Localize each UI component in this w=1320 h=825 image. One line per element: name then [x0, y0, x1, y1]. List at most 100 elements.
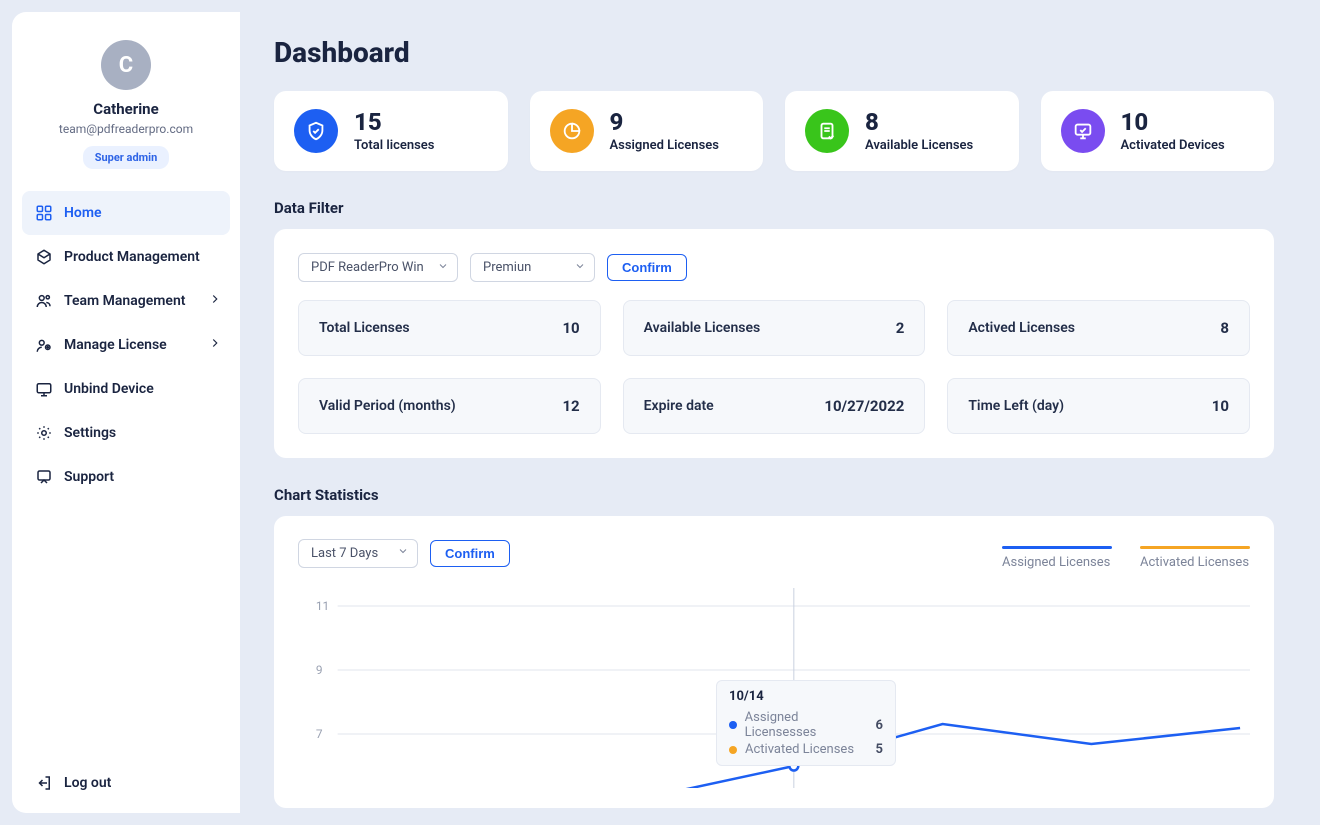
shield-icon [294, 109, 338, 153]
stat-label: Total Licenses [319, 320, 410, 336]
stat-value: 8 [1220, 319, 1229, 337]
chart-panel: Last 7 Days Confirm Assigned Licenses Ac… [274, 516, 1274, 808]
chart-legend: Assigned Licenses Activated Licenses [1002, 536, 1250, 570]
legend-activated[interactable]: Activated Licenses [1140, 536, 1250, 570]
card-label: Assigned Licenses [610, 138, 719, 153]
legend-color [1002, 546, 1112, 549]
stat-value: 10 [1212, 397, 1229, 415]
tooltip-label: Assigned Licensesses [745, 710, 868, 740]
product-select[interactable]: PDF ReaderPro Win [298, 253, 458, 282]
legend-label: Assigned Licenses [1002, 555, 1110, 570]
tooltip-value: 6 [876, 718, 883, 733]
stat-valid-period: Valid Period (months) 12 [298, 378, 601, 434]
page-title: Dashboard [274, 36, 1274, 69]
logout-label: Log out [64, 775, 111, 791]
chevron-down-icon [574, 260, 586, 276]
select-value: Last 7 Days [311, 546, 378, 561]
card-total-licenses: 15 Total licenses [274, 91, 508, 171]
card-label: Available Licenses [865, 138, 973, 153]
stat-label: Available Licenses [644, 320, 761, 336]
stat-label: Actived Licenses [968, 320, 1075, 336]
sidebar-item-support[interactable]: Support [22, 455, 230, 499]
chart-area: 11 9 7 10/14 Assigned Licen [298, 588, 1250, 788]
chart-statistics-title: Chart Statistics [274, 486, 1274, 504]
tooltip-value: 5 [876, 742, 883, 757]
gear-icon [34, 423, 54, 443]
select-value: PDF ReaderPro Win [311, 260, 424, 275]
card-label: Activated Devices [1121, 138, 1225, 153]
sidebar-item-product-management[interactable]: Product Management [22, 235, 230, 279]
chart-tooltip: 10/14 Assigned Licensesses 6 Activated L… [716, 680, 896, 766]
logout-icon [34, 773, 54, 793]
license-icon [34, 335, 54, 355]
select-value: Premiun [483, 260, 531, 275]
sidebar-item-label: Support [64, 469, 114, 485]
card-label: Total licenses [354, 138, 434, 153]
stat-total-licenses: Total Licenses 10 [298, 300, 601, 356]
chevron-down-icon [397, 545, 409, 561]
sidebar-item-settings[interactable]: Settings [22, 411, 230, 455]
card-assigned-licenses: 9 Assigned Licenses [530, 91, 764, 171]
pie-icon [550, 109, 594, 153]
sidebar-item-label: Team Management [64, 293, 185, 309]
sidebar-item-home[interactable]: Home [22, 191, 230, 235]
tooltip-date: 10/14 [729, 689, 883, 704]
tooltip-dot [729, 746, 737, 754]
chevron-down-icon [437, 260, 449, 276]
legend-color [1140, 546, 1250, 549]
y-tick: 11 [316, 599, 329, 613]
sidebar: C Catherine team@pdfreaderpro.com Super … [12, 12, 240, 813]
card-value: 8 [865, 110, 973, 134]
stat-label: Time Left (day) [968, 398, 1064, 414]
card-value: 9 [610, 110, 719, 134]
card-available-licenses: 8 Available Licenses [785, 91, 1019, 171]
support-icon [34, 467, 54, 487]
home-icon [34, 203, 54, 223]
user-email: team@pdfreaderpro.com [22, 122, 230, 136]
stat-value: 2 [896, 319, 905, 337]
tier-select[interactable]: Premiun [470, 253, 595, 282]
nav: Home Product Management Team Management [22, 191, 230, 499]
legend-assigned[interactable]: Assigned Licenses [1002, 536, 1112, 570]
sidebar-item-label: Manage License [64, 337, 167, 353]
chart-range-select[interactable]: Last 7 Days [298, 539, 418, 568]
summary-cards: 15 Total licenses 9 Assigned Licenses [274, 91, 1274, 171]
sidebar-item-label: Home [64, 205, 102, 221]
y-tick: 7 [316, 727, 323, 741]
tooltip-dot [729, 721, 737, 729]
filter-confirm-button[interactable]: Confirm [607, 254, 687, 281]
sidebar-item-label: Unbind Device [64, 381, 154, 397]
logout-button[interactable]: Log out [22, 761, 230, 805]
chevron-right-icon [208, 292, 222, 310]
tooltip-label: Activated Licenses [745, 742, 854, 757]
sidebar-item-team-management[interactable]: Team Management [22, 279, 230, 323]
data-filter-title: Data Filter [274, 199, 1274, 217]
sidebar-item-label: Settings [64, 425, 116, 441]
data-filter-panel: PDF ReaderPro Win Premiun Confirm Total … [274, 229, 1274, 458]
stat-actived-licenses: Actived Licenses 8 [947, 300, 1250, 356]
role-badge: Super admin [83, 146, 170, 169]
document-check-icon [805, 109, 849, 153]
y-tick: 9 [316, 663, 323, 677]
stat-available-licenses: Available Licenses 2 [623, 300, 926, 356]
main: Dashboard 15 Total licenses 9 Assigned L… [240, 12, 1308, 813]
legend-label: Activated Licenses [1140, 555, 1249, 570]
card-value: 15 [354, 110, 434, 134]
avatar: C [101, 40, 151, 90]
user-name: Catherine [22, 100, 230, 118]
sidebar-item-unbind-device[interactable]: Unbind Device [22, 367, 230, 411]
stat-time-left: Time Left (day) 10 [947, 378, 1250, 434]
device-icon [34, 379, 54, 399]
monitor-icon [1061, 109, 1105, 153]
chart-confirm-button[interactable]: Confirm [430, 540, 510, 567]
chevron-right-icon [208, 336, 222, 354]
sidebar-item-label: Product Management [64, 249, 200, 265]
stat-value: 10 [562, 319, 579, 337]
stat-expire-date: Expire date 10/27/2022 [623, 378, 926, 434]
stat-value: 10/27/2022 [824, 397, 904, 415]
stat-value: 12 [562, 397, 579, 415]
card-value: 10 [1121, 110, 1225, 134]
sidebar-item-manage-license[interactable]: Manage License [22, 323, 230, 367]
stat-label: Valid Period (months) [319, 398, 456, 414]
card-activated-devices: 10 Activated Devices [1041, 91, 1275, 171]
